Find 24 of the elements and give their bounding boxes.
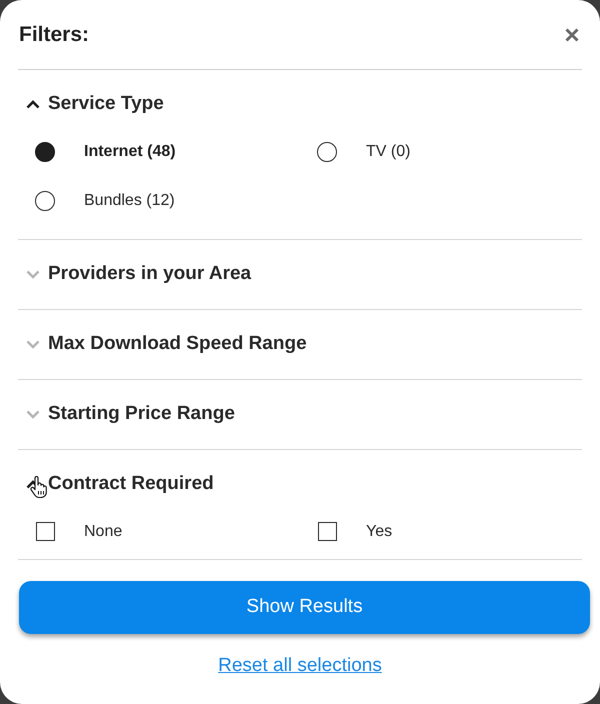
option-label[interactable]: Yes — [366, 520, 392, 544]
section-header[interactable]: Max Download Speed Range — [18, 330, 307, 358]
chevron-down-icon — [26, 340, 40, 348]
hand-cursor-icon — [30, 476, 48, 498]
section-header[interactable]: Contract Required — [18, 470, 214, 498]
reset-link[interactable]: Reset all selections — [218, 652, 382, 680]
close-icon[interactable] — [565, 28, 579, 42]
section-header[interactable]: Starting Price Range — [18, 400, 235, 428]
checkbox-icon[interactable] — [318, 522, 337, 541]
option-label[interactable]: Internet (48) — [84, 140, 176, 164]
chevron-down-icon — [26, 270, 40, 278]
checkbox-icon[interactable] — [36, 522, 55, 541]
radio-icon[interactable] — [35, 190, 55, 210]
show-results-button[interactable]: Show Results — [19, 581, 590, 634]
section-header[interactable]: Service Type — [18, 90, 164, 118]
option-label[interactable]: None — [84, 520, 122, 544]
chevron-up-icon — [26, 100, 40, 108]
radio-selected-icon[interactable] — [35, 142, 55, 162]
option-label[interactable]: TV (0) — [366, 140, 410, 164]
section-header[interactable]: Providers in your Area — [18, 260, 252, 288]
dialog-title: Filters: — [19, 22, 90, 48]
radio-icon[interactable] — [317, 142, 337, 162]
option-label[interactable]: Bundles (12) — [84, 188, 175, 212]
chevron-down-icon — [26, 410, 40, 418]
